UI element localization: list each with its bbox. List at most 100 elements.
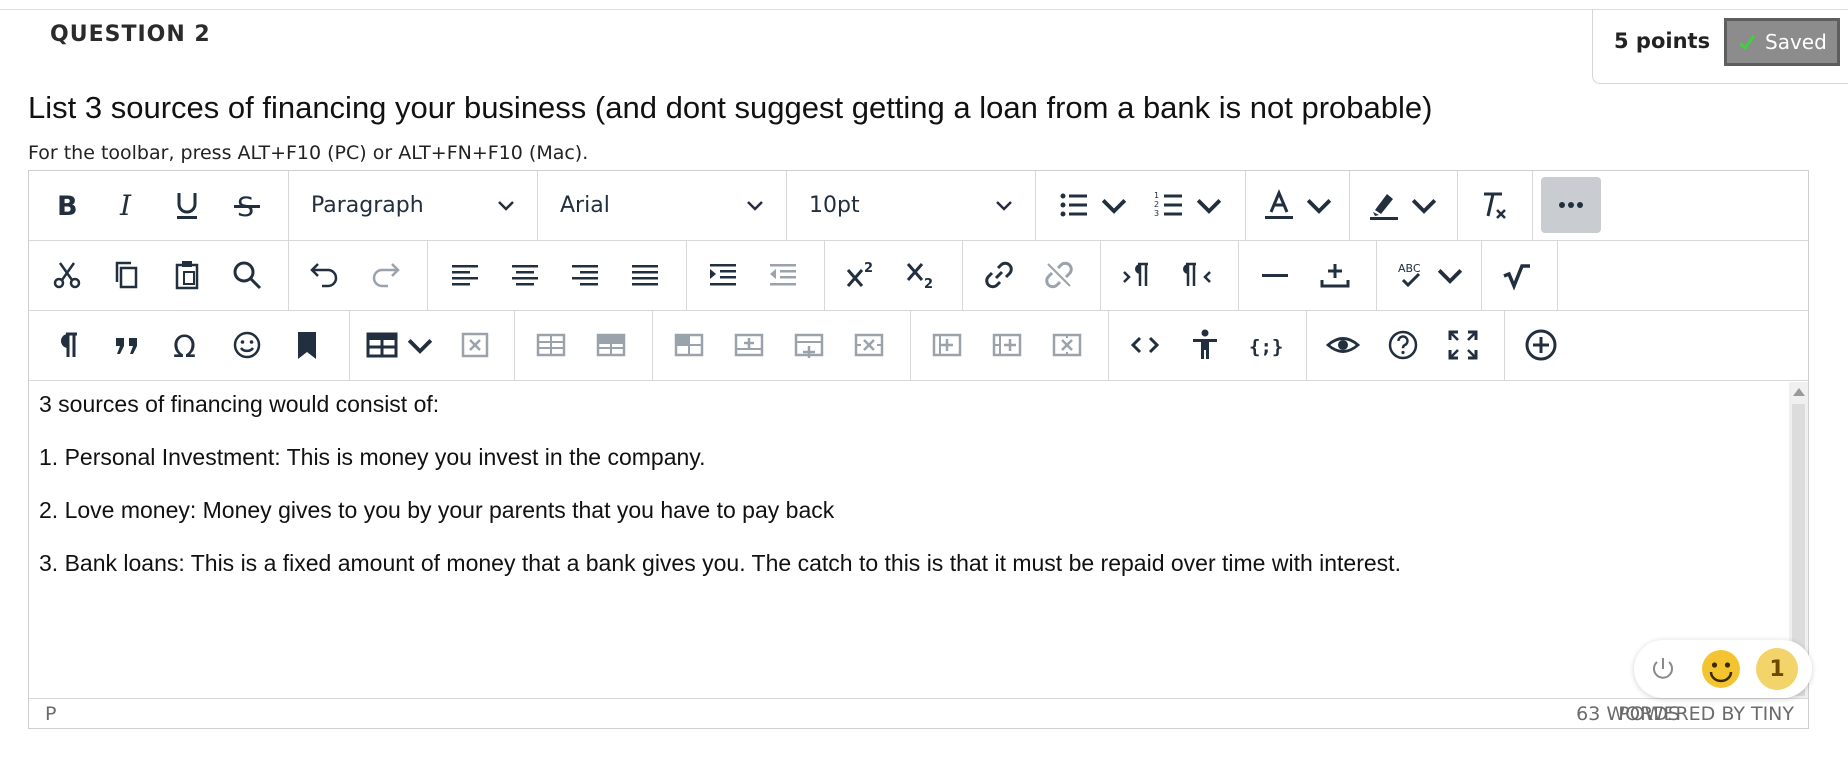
editor-content[interactable]: 3 sources of financing would consist of:… — [29, 381, 1789, 697]
horizontal-rule-button[interactable] — [1247, 247, 1303, 303]
table-cell-props-button[interactable] — [583, 317, 639, 373]
toolbar-separator — [1238, 241, 1239, 310]
align-right-button[interactable] — [557, 247, 613, 303]
blockquote-button[interactable] — [99, 317, 155, 373]
notification-badge[interactable]: 1 — [1756, 648, 1798, 690]
question-title: QUESTION 2 — [50, 22, 211, 47]
block-format-dropdown[interactable]: Paragraph — [289, 177, 537, 233]
toolbar-separator — [686, 241, 687, 310]
cut-button[interactable] — [39, 247, 95, 303]
redo-button[interactable] — [357, 247, 413, 303]
points-value: 5 points — [1614, 29, 1711, 53]
superscript-button[interactable]: 2 — [833, 247, 889, 303]
bookmark-icon — [298, 332, 316, 359]
editor-statusbar: P 63 WORDS POWERED BY TINY — [29, 698, 1808, 729]
pilcrow-icon — [61, 332, 77, 357]
accessibility-checker-button[interactable] — [1177, 317, 1233, 373]
copy-button[interactable] — [99, 247, 155, 303]
strikethrough-icon: S — [234, 192, 260, 222]
smiley-icon[interactable] — [1700, 648, 1742, 690]
align-left-button[interactable] — [437, 247, 493, 303]
toolbar-separator — [910, 311, 911, 380]
table-insert-col-after-button[interactable] — [979, 317, 1035, 373]
bullet-list-icon — [1060, 193, 1087, 217]
paragraph-ltr-icon — [1123, 262, 1148, 286]
font-family-dropdown[interactable]: Arial — [538, 177, 786, 233]
find-replace-button[interactable] — [219, 247, 275, 303]
saved-status-button[interactable]: Saved — [1724, 18, 1840, 66]
table-insert-row-before-button[interactable] — [661, 317, 717, 373]
more-options-button[interactable] — [1541, 177, 1601, 233]
numbered-list-button[interactable]: 123 — [1144, 177, 1234, 233]
insert-more-button[interactable] — [1513, 317, 1569, 373]
delete-table-button[interactable] — [447, 317, 503, 373]
spellcheck-icon: ABC — [1398, 262, 1421, 288]
insert-content-button[interactable] — [1307, 247, 1363, 303]
more-horizontal-icon — [1559, 202, 1583, 208]
table-row-icon — [536, 333, 566, 357]
top-divider — [0, 9, 1848, 10]
block-format-value: Paragraph — [311, 192, 424, 218]
table-delete-row-button[interactable] — [841, 317, 897, 373]
math-equation-button[interactable] — [1489, 247, 1545, 303]
horizontal-line-icon — [1262, 274, 1288, 277]
power-icon[interactable] — [1648, 654, 1678, 684]
element-path[interactable]: P — [45, 703, 56, 725]
rtl-direction-button[interactable] — [1169, 247, 1225, 303]
table-row-props-button[interactable] — [523, 317, 579, 373]
strikethrough-button[interactable]: S — [219, 177, 275, 233]
svg-text:2: 2 — [864, 261, 873, 276]
table-insert-col-before-button[interactable] — [919, 317, 975, 373]
align-center-button[interactable] — [497, 247, 553, 303]
chevron-down-icon — [498, 201, 514, 211]
paste-button[interactable] — [159, 247, 215, 303]
template-variable-button[interactable]: {;} — [1237, 317, 1293, 373]
outdent-button[interactable] — [755, 247, 811, 303]
emoticons-button[interactable] — [219, 317, 275, 373]
anchor-button[interactable] — [279, 317, 335, 373]
toolbar-separator — [514, 311, 515, 380]
table-delete-col-button[interactable] — [1039, 317, 1095, 373]
bullet-list-button[interactable] — [1049, 177, 1139, 233]
subscript-icon: 2 — [906, 263, 933, 292]
subscript-button[interactable]: 2 — [893, 247, 949, 303]
italic-button[interactable]: I — [99, 177, 155, 233]
indent-button[interactable] — [695, 247, 751, 303]
toolbar-separator — [1245, 171, 1246, 240]
table-row-after-icon — [734, 333, 764, 357]
help-button[interactable] — [1375, 317, 1431, 373]
ltr-direction-button[interactable] — [1109, 247, 1165, 303]
toolbar-separator — [1108, 311, 1109, 380]
font-size-dropdown[interactable]: 10pt — [787, 177, 1035, 233]
svg-text:2: 2 — [1154, 200, 1159, 209]
undo-button[interactable] — [297, 247, 353, 303]
bold-button[interactable]: B — [39, 177, 95, 233]
toolbar-row-2: 2 2 ABC — [29, 241, 1808, 311]
highlight-color-button[interactable] — [1359, 177, 1449, 233]
justify-button[interactable] — [617, 247, 673, 303]
show-blocks-button[interactable] — [39, 317, 95, 373]
remove-link-button[interactable] — [1031, 247, 1087, 303]
spellcheck-button[interactable]: ABC — [1385, 247, 1475, 303]
insert-link-button[interactable] — [971, 247, 1027, 303]
chevron-down-icon — [747, 201, 763, 211]
table-insert-col-button[interactable] — [781, 317, 837, 373]
text-color-button[interactable] — [1254, 177, 1344, 233]
toolbar-separator — [1306, 311, 1307, 380]
table-insert-row-after-button[interactable] — [721, 317, 777, 373]
scroll-up-arrow[interactable] — [1793, 388, 1805, 396]
special-character-button[interactable]: Ω — [159, 317, 215, 373]
preview-button[interactable] — [1315, 317, 1371, 373]
toolbar-row-3: Ω {;} — [29, 311, 1808, 381]
saved-label: Saved — [1765, 30, 1827, 54]
underline-button[interactable] — [159, 177, 215, 233]
emoji-icon — [233, 331, 261, 359]
fullscreen-button[interactable] — [1435, 317, 1491, 373]
source-code-button[interactable] — [1117, 317, 1173, 373]
clear-formatting-icon — [1484, 192, 1506, 219]
clear-formatting-button[interactable] — [1465, 177, 1521, 233]
toolbar-separator — [1100, 241, 1101, 310]
powered-by-link[interactable]: POWERED BY TINY — [1618, 703, 1794, 725]
table-button[interactable] — [357, 317, 447, 373]
svg-text:1: 1 — [1154, 191, 1159, 200]
